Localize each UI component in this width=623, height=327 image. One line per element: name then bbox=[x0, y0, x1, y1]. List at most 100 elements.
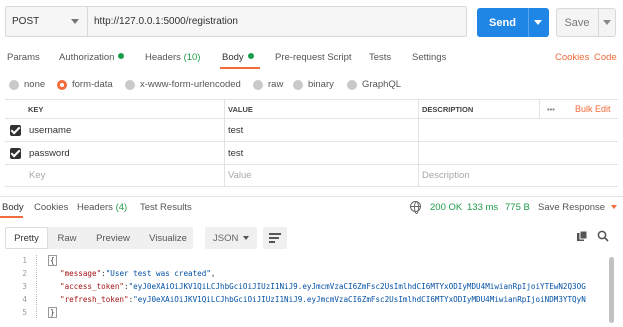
status-dot-icon bbox=[118, 53, 125, 59]
response-size: 775 B bbox=[505, 202, 530, 213]
line-number: 2 bbox=[22, 269, 27, 278]
json-key: "refresh_token" bbox=[60, 295, 129, 304]
checkbox-checked-icon bbox=[10, 124, 21, 136]
response-body-viewer[interactable]: 1 { 2 "message": "User test was created"… bbox=[5, 253, 608, 327]
table-header: KEY VALUE DESCRIPTION ••• Bulk Edit bbox=[5, 99, 618, 119]
radio-raw[interactable]: raw bbox=[253, 79, 283, 90]
row-key-input[interactable]: username bbox=[29, 119, 71, 141]
bulk-edit-link[interactable]: Bulk Edit bbox=[575, 100, 611, 118]
radio-circle-icon bbox=[125, 79, 135, 90]
json-value: "User test was created" bbox=[105, 269, 211, 278]
url-input[interactable]: http://127.0.0.1:5000/registration bbox=[94, 7, 238, 36]
radio-urlencoded[interactable]: x-www-form-urlencoded bbox=[125, 79, 241, 90]
code-line: 1 { bbox=[5, 255, 57, 266]
tab-params[interactable]: Params bbox=[7, 52, 40, 63]
row-description-input[interactable] bbox=[422, 119, 612, 141]
send-button[interactable]: Send bbox=[477, 8, 549, 37]
row-checkbox[interactable] bbox=[10, 119, 21, 141]
view-visualize-button[interactable]: Visualize bbox=[143, 227, 193, 249]
tab-headers-count: (10) bbox=[183, 52, 201, 63]
save-button[interactable]: Save bbox=[556, 8, 616, 37]
json-value: "eyJ0eXAiOiJKV1QiLCJhbGciOiJIUzI1NiJ9.ey… bbox=[133, 295, 586, 304]
save-label: Save bbox=[564, 16, 590, 29]
column-header-key: KEY bbox=[28, 104, 44, 114]
json-key: "access_token" bbox=[60, 282, 125, 291]
row-value-input[interactable]: test bbox=[228, 119, 243, 141]
response-tab-cookies[interactable]: Cookies bbox=[34, 202, 68, 213]
line-number: 3 bbox=[22, 282, 27, 291]
tab-settings[interactable]: Settings bbox=[412, 52, 446, 63]
new-key-input[interactable]: Key bbox=[29, 165, 45, 186]
format-select[interactable]: JSON bbox=[205, 227, 257, 249]
json-key: "message" bbox=[60, 269, 102, 278]
fold-gutter bbox=[36, 255, 42, 266]
view-pretty-button[interactable]: Pretty bbox=[5, 227, 48, 249]
column-header-description: DESCRIPTION bbox=[422, 104, 474, 114]
column-divider bbox=[224, 100, 225, 118]
response-divider bbox=[0, 196, 623, 197]
row-value-input[interactable]: test bbox=[228, 142, 243, 164]
column-divider bbox=[539, 100, 540, 118]
response-tab-headers-count: (4) bbox=[115, 202, 128, 213]
tab-authorization[interactable]: Authorization bbox=[59, 52, 125, 63]
row-key-input[interactable]: password bbox=[29, 142, 70, 164]
checkbox-checked-icon bbox=[10, 147, 21, 159]
method-select[interactable]: POST bbox=[6, 7, 88, 36]
code-link[interactable]: Code bbox=[594, 52, 617, 63]
send-options-chevron-icon[interactable] bbox=[534, 20, 542, 25]
wrap-lines-icon[interactable] bbox=[263, 227, 287, 249]
more-options-icon[interactable]: ••• bbox=[547, 100, 555, 118]
code-line: 5 } bbox=[5, 307, 57, 318]
tab-body[interactable]: Body bbox=[222, 52, 254, 63]
radio-raw-label: raw bbox=[268, 79, 284, 90]
copy-icon[interactable] bbox=[576, 230, 588, 242]
chevron-down-icon bbox=[611, 205, 618, 209]
radio-binary[interactable]: binary bbox=[293, 79, 334, 90]
column-divider bbox=[418, 165, 419, 186]
save-divider bbox=[598, 9, 599, 36]
save-response-button[interactable]: Save Response bbox=[538, 202, 618, 213]
line-number: 1 bbox=[22, 256, 27, 265]
send-label: Send bbox=[489, 16, 516, 29]
method-label: POST bbox=[12, 16, 40, 27]
response-tab-headers[interactable]: Headers (4) bbox=[77, 202, 127, 213]
json-open-brace: { bbox=[48, 255, 57, 266]
radio-none-label: none bbox=[24, 79, 46, 90]
table-row-empty: Key Value Description bbox=[5, 165, 618, 187]
radio-graphql[interactable]: GraphQL bbox=[347, 79, 401, 90]
format-label: JSON bbox=[213, 232, 239, 244]
row-checkbox[interactable] bbox=[10, 142, 21, 164]
radio-none[interactable]: none bbox=[9, 79, 45, 90]
cookies-link[interactable]: Cookies bbox=[555, 52, 589, 63]
response-tab-test-results[interactable]: Test Results bbox=[140, 202, 192, 213]
tab-headers-label: Headers bbox=[145, 52, 181, 63]
response-time: 133 ms bbox=[467, 202, 499, 213]
view-preview-button[interactable]: Preview bbox=[87, 227, 139, 249]
code-line: 4 "refresh_token": "eyJ0eXAiOiJKV1QiLCJh… bbox=[5, 294, 586, 305]
active-tab-indicator bbox=[220, 67, 260, 69]
response-tab-body[interactable]: Body bbox=[2, 202, 24, 213]
radio-selected-icon bbox=[57, 79, 67, 90]
radio-circle-icon bbox=[253, 79, 263, 90]
view-raw-button[interactable]: Raw bbox=[51, 227, 83, 249]
line-number: 5 bbox=[22, 308, 27, 317]
row-description-input[interactable] bbox=[422, 142, 612, 164]
column-divider bbox=[224, 119, 225, 141]
new-description-input[interactable]: Description bbox=[422, 165, 470, 186]
vertical-scrollbar[interactable] bbox=[609, 257, 614, 323]
column-header-value: VALUE bbox=[228, 104, 253, 114]
json-close-brace: } bbox=[48, 307, 57, 318]
search-icon[interactable] bbox=[597, 230, 609, 242]
tab-tests[interactable]: Tests bbox=[369, 52, 391, 63]
new-value-input[interactable]: Value bbox=[228, 165, 252, 186]
fold-gutter bbox=[36, 281, 42, 292]
radio-urlencoded-label: x-www-form-urlencoded bbox=[140, 79, 241, 90]
globe-icon[interactable] bbox=[410, 201, 421, 214]
table-row: password test bbox=[5, 142, 618, 165]
radio-form-data[interactable]: form-data bbox=[57, 79, 113, 90]
column-divider bbox=[418, 142, 419, 164]
save-options-chevron-icon[interactable] bbox=[603, 20, 611, 25]
send-divider bbox=[528, 8, 529, 37]
tab-prerequest-script[interactable]: Pre-request Script bbox=[275, 52, 352, 63]
tab-headers[interactable]: Headers (10) bbox=[145, 52, 200, 63]
